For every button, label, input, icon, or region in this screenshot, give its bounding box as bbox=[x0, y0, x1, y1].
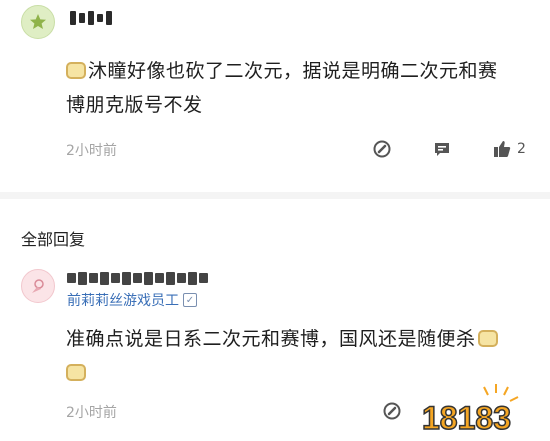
username-redacted[interactable] bbox=[70, 8, 114, 28]
comment-time: 2小时前 bbox=[66, 143, 117, 159]
emoji-icon bbox=[477, 330, 498, 347]
character-icon bbox=[32, 279, 44, 293]
chat-bubble-icon bbox=[435, 143, 449, 156]
star-icon bbox=[30, 14, 46, 29]
like-button[interactable]: 2 bbox=[492, 139, 526, 159]
edit-button[interactable] bbox=[372, 139, 392, 159]
thumbs-up-icon bbox=[494, 141, 511, 157]
reply-user-title-text: 前莉莉丝游戏员工 bbox=[67, 293, 179, 309]
site-watermark-logo: 18183 bbox=[416, 381, 544, 437]
pen-icon bbox=[373, 140, 391, 158]
reply-body: 准确点说是日系二次元和赛博，国风还是随便杀 bbox=[66, 322, 536, 390]
verified-icon: ✓ bbox=[183, 293, 197, 307]
watermark-text: 18183 bbox=[422, 400, 511, 436]
reply-button[interactable] bbox=[432, 139, 452, 159]
reply-avatar[interactable] bbox=[21, 269, 55, 303]
comment-text-line2: 博朋克版号不发 bbox=[66, 94, 203, 116]
reply-time: 2小时前 bbox=[66, 405, 117, 421]
section-title-all-replies: 全部回复 bbox=[21, 230, 86, 249]
reply-edit-button[interactable] bbox=[382, 401, 402, 421]
emoji-icon bbox=[66, 364, 86, 381]
emoji-icon bbox=[66, 62, 86, 79]
avatar[interactable] bbox=[21, 5, 55, 39]
pen-icon bbox=[383, 402, 401, 420]
comment-text-line1: 沐瞳好像也砍了二次元，据说是明确二次元和赛 bbox=[88, 60, 498, 82]
reply-user-title: 前莉莉丝游戏员工 ✓ bbox=[67, 290, 197, 310]
reply-username-redacted[interactable] bbox=[67, 269, 212, 287]
reply-text-line1: 准确点说是日系二次元和赛博，国风还是随便杀 bbox=[66, 328, 476, 350]
like-count: 2 bbox=[517, 141, 526, 157]
section-divider bbox=[0, 192, 550, 199]
comment-body: 沐瞳好像也砍了二次元，据说是明确二次元和赛 博朋克版号不发 bbox=[66, 54, 536, 122]
sun-rays-icon bbox=[483, 384, 519, 402]
comment-thread: 沐瞳好像也砍了二次元，据说是明确二次元和赛 博朋克版号不发 2小时前 2 全部回… bbox=[0, 0, 550, 441]
